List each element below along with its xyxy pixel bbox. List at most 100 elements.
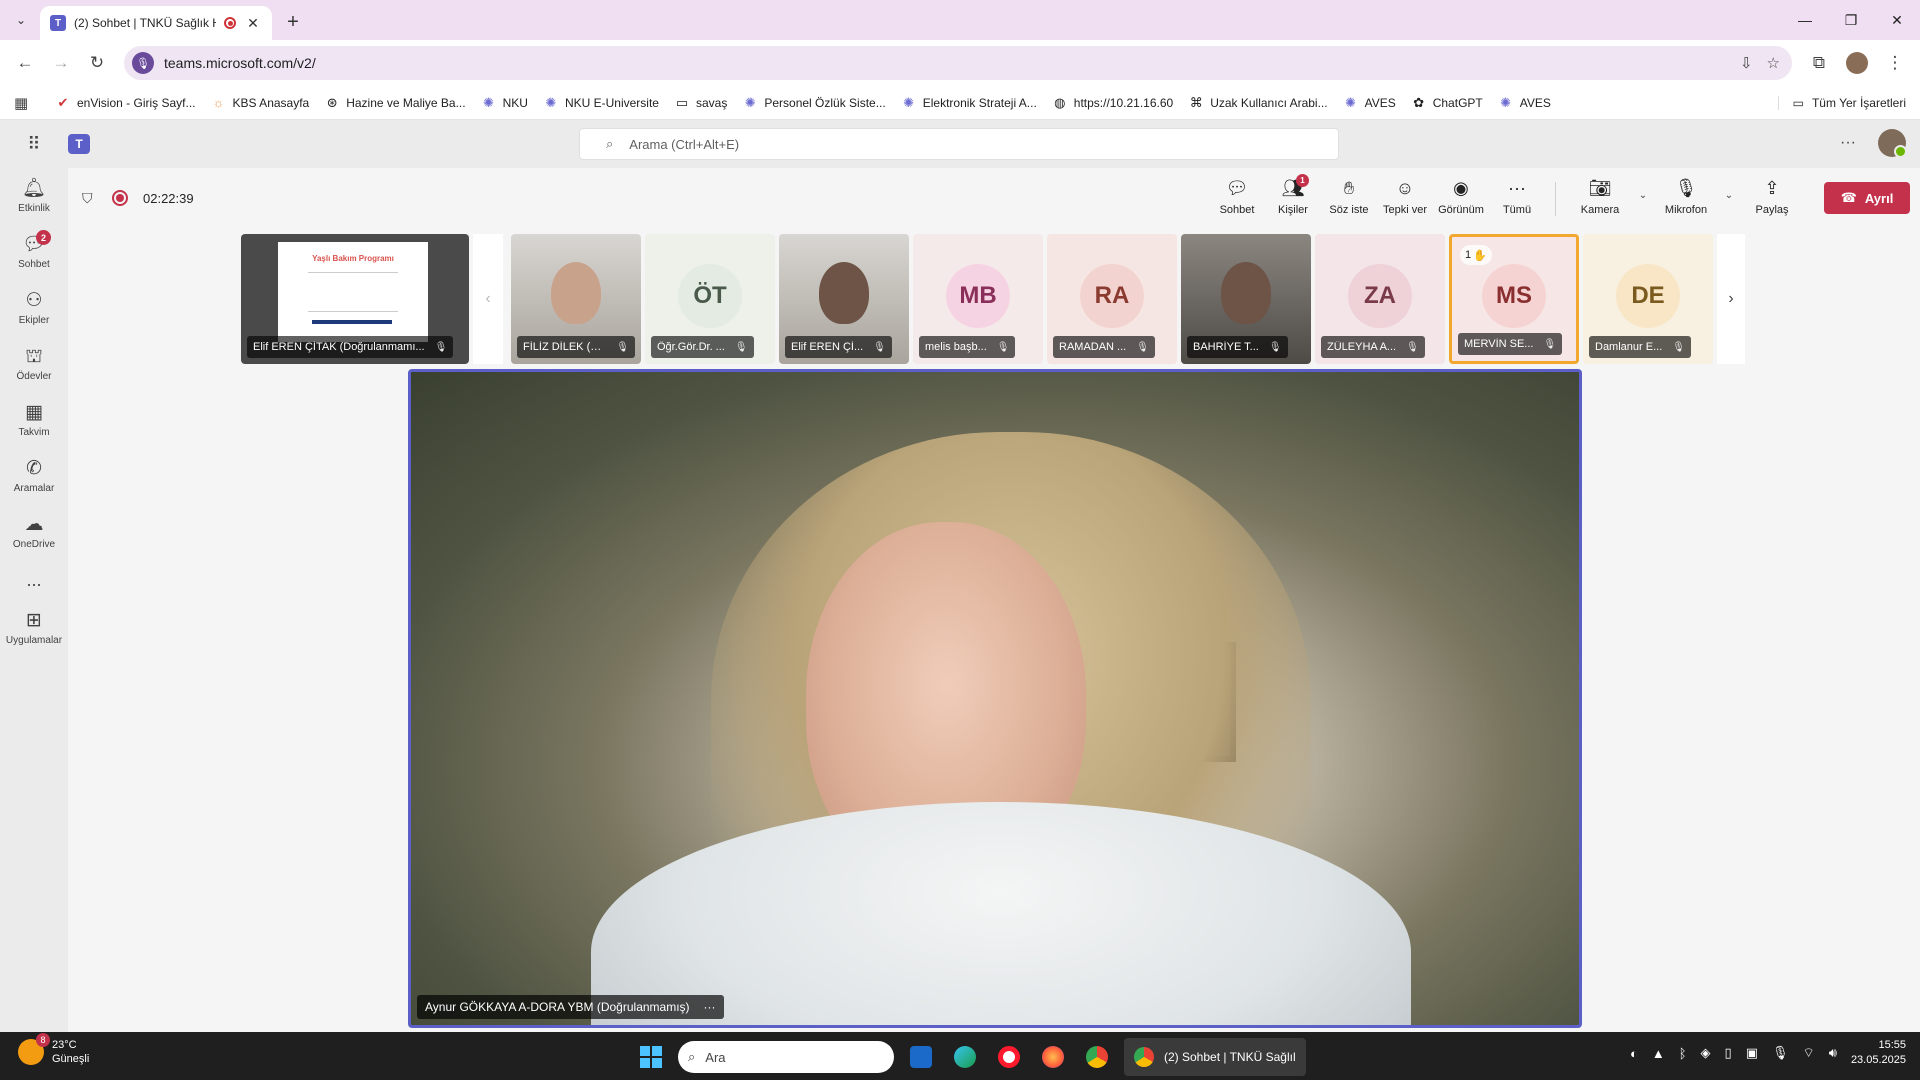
- new-tab-button[interactable]: +: [278, 7, 308, 37]
- bookmark-item[interactable]: ⌘ Uzak Kullanıcı Arabi...: [1181, 95, 1335, 111]
- bookmark-item[interactable]: ◍ https://10.21.16.60: [1045, 95, 1181, 111]
- chrome-app-icon[interactable]: [1080, 1040, 1114, 1074]
- address-bar[interactable]: 🎙 teams.microsoft.com/v2/ ⇩ ☆: [124, 46, 1792, 80]
- more-options-icon[interactable]: ···: [1840, 134, 1856, 152]
- participant-tile[interactable]: RA RAMADAN ... 🎙︎: [1047, 234, 1177, 364]
- apps-grid-icon[interactable]: ▦: [14, 94, 36, 112]
- tab-list-chevron-icon[interactable]: ⌄: [6, 5, 36, 35]
- rail-item-calendar[interactable]: ▦ Takvim: [0, 392, 68, 448]
- reload-button[interactable]: ↻: [82, 48, 112, 78]
- bookmark-item[interactable]: ✺ NKU: [474, 95, 536, 111]
- participant-tile[interactable]: Elif EREN Çİ... 🎙︎: [779, 234, 909, 364]
- mic-options-chevron-icon[interactable]: ⌄: [1720, 190, 1738, 201]
- camera-options-chevron-icon[interactable]: ⌄: [1634, 190, 1652, 201]
- raise-hand-button[interactable]: ✋︎ Söz iste: [1321, 176, 1377, 216]
- bookmark-item[interactable]: ☼ KBS Anasayfa: [204, 95, 318, 110]
- browser-menu-icon[interactable]: ⋮: [1880, 48, 1910, 78]
- rail-item-chat[interactable]: 💬︎ 2 Sohbet: [0, 224, 68, 280]
- bookmark-item[interactable]: ▭ savaş: [667, 95, 735, 111]
- search-input[interactable]: ⌕ Arama (Ctrl+Alt+E): [579, 128, 1339, 160]
- remote-icon: ⌘: [1189, 94, 1203, 110]
- extensions-icon[interactable]: ⧉: [1804, 48, 1834, 78]
- forward-button[interactable]: →: [46, 48, 76, 78]
- leave-button[interactable]: ☎ Ayrıl: [1824, 182, 1910, 214]
- toolbar-divider: [1555, 182, 1556, 216]
- more-options-icon[interactable]: ···: [704, 1000, 716, 1014]
- taskbar-running-chrome-teams[interactable]: (2) Sohbet | TNKÜ Sağlıl: [1124, 1038, 1306, 1076]
- url-text[interactable]: teams.microsoft.com/v2/: [164, 55, 1730, 71]
- strip-next-chevron-icon[interactable]: ›: [1717, 234, 1745, 364]
- weather-widget[interactable]: 8 23°C Güneşli: [18, 1033, 90, 1066]
- opera-app-icon[interactable]: [992, 1040, 1026, 1074]
- network-shield-icon[interactable]: ◈: [1701, 1045, 1711, 1061]
- participant-tile[interactable]: MB melis başb... 🎙︎: [913, 234, 1043, 364]
- microphone-icon[interactable]: 🎙︎: [1772, 1045, 1789, 1061]
- rail-item-onedrive[interactable]: ☁ OneDrive: [0, 504, 68, 560]
- rail-item-teams[interactable]: ⚇ Ekipler: [0, 280, 68, 336]
- drive-icon[interactable]: ▲: [1652, 1046, 1665, 1061]
- minimize-icon[interactable]: —: [1782, 0, 1828, 40]
- participant-tile[interactable]: ÖT Öğr.Gör.Dr. ... 🎙︎: [645, 234, 775, 364]
- bookmark-item[interactable]: ⊛ Hazine ve Maliye Ba...: [317, 95, 473, 111]
- mic-button[interactable]: 🎙︎ Mikrofon: [1652, 176, 1720, 216]
- bookmark-item[interactable]: ✿ ChatGPT: [1404, 95, 1491, 111]
- main-speaker-video[interactable]: Aynur GÖKKAYA A-DORA YBM (Doğrulanmamış)…: [408, 369, 1582, 1028]
- bookmark-item[interactable]: ✺ Elektronik Strateji A...: [894, 95, 1045, 111]
- back-button[interactable]: ←: [10, 48, 40, 78]
- bookmark-item[interactable]: ✔ enVision - Giriş Sayf...: [48, 95, 204, 111]
- display-icon[interactable]: ▣: [1746, 1045, 1758, 1061]
- strip-previous-chevron-icon[interactable]: ‹: [473, 234, 503, 364]
- taskbar-search-input[interactable]: ⌕ Ara: [678, 1041, 894, 1073]
- people-button[interactable]: 👥︎ 1 Kişiler: [1265, 174, 1321, 216]
- weather-description: Güneşli: [52, 1053, 90, 1065]
- volume-icon[interactable]: 🔊︎: [1829, 1045, 1837, 1061]
- close-tab-icon[interactable]: ✕: [244, 15, 262, 32]
- bookmark-item[interactable]: ✺ NKU E-Universite: [536, 95, 667, 111]
- teams-header: ⠿ T ⌕ Arama (Ctrl+Alt+E) ···: [0, 120, 1920, 168]
- participant-avatar: MS: [1482, 264, 1546, 328]
- system-clock[interactable]: 15:55 23.05.2025: [1851, 1038, 1906, 1068]
- bookmark-item[interactable]: ✺ Personel Özlük Siste...: [735, 95, 893, 111]
- user-avatar[interactable]: [1878, 129, 1907, 158]
- rail-item-assignments[interactable]: ⛫ Ödevler: [0, 336, 68, 392]
- bookmark-item[interactable]: ✺ AVES: [1491, 95, 1559, 111]
- view-button[interactable]: ◉ Görünüm: [1433, 176, 1489, 216]
- close-window-icon[interactable]: ✕: [1874, 0, 1920, 40]
- bookmark-star-icon[interactable]: ☆: [1767, 54, 1780, 72]
- firefox-app-icon[interactable]: [1036, 1040, 1070, 1074]
- restore-icon[interactable]: ❐: [1828, 0, 1874, 40]
- install-app-icon[interactable]: ⇩: [1740, 54, 1753, 72]
- participant-tile[interactable]: DE Damlanur E... 🎙︎: [1583, 234, 1713, 364]
- slide-footer-bar: [312, 320, 392, 324]
- chat-button[interactable]: 💬︎ Sohbet: [1209, 176, 1265, 216]
- browser-tab-teams[interactable]: T (2) Sohbet | TNKÜ Sağlık Hi ✕: [40, 6, 272, 40]
- rail-item-calls[interactable]: ✆ Aramalar: [0, 448, 68, 504]
- participant-tile-hand-raised[interactable]: 1 ✋ MS MERVİN SE... 🎙︎: [1449, 234, 1579, 364]
- share-button[interactable]: ⇪ Paylaş: [1738, 176, 1806, 216]
- participant-tile[interactable]: BAHRİYE T... 🎙︎: [1181, 234, 1311, 364]
- all-bookmarks-folder[interactable]: ▭ Tüm Yer İşaretleri: [1777, 95, 1906, 110]
- tab-title: (2) Sohbet | TNKÜ Sağlık Hi: [74, 16, 216, 30]
- clock-date: 23.05.2025: [1850, 1054, 1906, 1066]
- microphone-site-icon[interactable]: 🎙: [132, 52, 154, 74]
- rail-item-activity[interactable]: 🔔︎ Etkinlik: [0, 168, 68, 224]
- edge-app-icon[interactable]: [948, 1040, 982, 1074]
- screen-share-tile[interactable]: Yaşlı Bakım Programı Elif EREN ÇİTAK (Do…: [241, 234, 469, 364]
- more-button[interactable]: ··· Tümü: [1489, 176, 1545, 216]
- bluetooth-icon[interactable]: ᛒ: [1679, 1046, 1687, 1061]
- app-tray-icon[interactable]: ◐: [1630, 1046, 1638, 1061]
- react-button[interactable]: ☺ Tepki ver: [1377, 176, 1433, 216]
- participant-tile[interactable]: FİLİZ DİLEK (Do... 🎙︎: [511, 234, 641, 364]
- usb-icon[interactable]: ▯: [1725, 1045, 1732, 1061]
- shield-icon[interactable]: ⛉: [82, 190, 93, 207]
- participant-tile[interactable]: ZA ZÜLEYHA A... 🎙︎: [1315, 234, 1445, 364]
- camera-button[interactable]: 📷︎ Kamera: [1566, 176, 1634, 216]
- app-launcher-icon[interactable]: ⠿: [0, 134, 68, 155]
- bookmark-item[interactable]: ✺ AVES: [1336, 95, 1404, 111]
- rail-item-apps[interactable]: ⊞ Uygulamalar: [0, 600, 68, 656]
- rail-more-icon[interactable]: ...: [0, 560, 68, 600]
- wifi-icon[interactable]: ⌔: [1803, 1045, 1815, 1061]
- profile-avatar[interactable]: [1846, 52, 1868, 74]
- start-button[interactable]: [634, 1040, 668, 1074]
- outlook-app-icon[interactable]: [904, 1040, 938, 1074]
